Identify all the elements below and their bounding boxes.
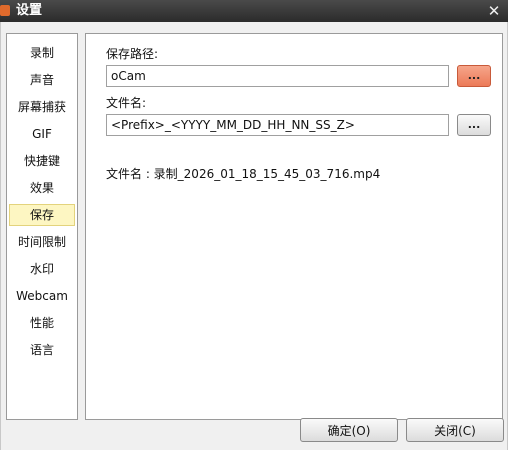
filename-label: 文件名:: [106, 96, 147, 110]
filename-input[interactable]: [106, 114, 449, 136]
app-icon: [0, 5, 10, 16]
save-settings-panel: 保存路径: ... 文件名: ... 文件名 : 录制_2026_01_18_1…: [85, 33, 503, 420]
filename-options-button[interactable]: ...: [457, 114, 491, 136]
ok-button[interactable]: 确定(O): [300, 418, 398, 442]
close-button[interactable]: 关闭(C): [406, 418, 504, 442]
window-body: 录制 声音 屏幕捕获 GIF 快捷键 效果 保存 时间限制 水印 Webcam …: [0, 22, 508, 450]
sidebar-item-watermark[interactable]: 水印: [9, 258, 75, 280]
window-title: 设置: [16, 3, 43, 18]
sidebar-item-language[interactable]: 语言: [9, 339, 75, 361]
sidebar-item-sound[interactable]: 声音: [9, 69, 75, 91]
browse-path-button[interactable]: ...: [457, 65, 491, 87]
sidebar-item-webcam[interactable]: Webcam: [9, 285, 75, 307]
sidebar-item-screen-capture[interactable]: 屏幕捕获: [9, 96, 75, 118]
sidebar-item-hotkeys[interactable]: 快捷键: [9, 150, 75, 172]
sidebar-item-record[interactable]: 录制: [9, 42, 75, 64]
sidebar-item-time-limit[interactable]: 时间限制: [9, 231, 75, 253]
filename-preview: 文件名 : 录制_2026_01_18_15_45_03_716.mp4: [106, 167, 381, 181]
sidebar-item-performance[interactable]: 性能: [9, 312, 75, 334]
sidebar-item-save[interactable]: 保存: [9, 204, 75, 226]
sidebar-item-gif[interactable]: GIF: [9, 123, 75, 145]
settings-sidebar: 录制 声音 屏幕捕获 GIF 快捷键 效果 保存 时间限制 水印 Webcam …: [6, 33, 78, 420]
save-path-label: 保存路径:: [106, 47, 159, 61]
close-icon[interactable]: ✕: [484, 1, 504, 21]
sidebar-item-effects[interactable]: 效果: [9, 177, 75, 199]
save-path-input[interactable]: [106, 65, 449, 87]
title-bar: 设置 ✕: [0, 0, 508, 22]
